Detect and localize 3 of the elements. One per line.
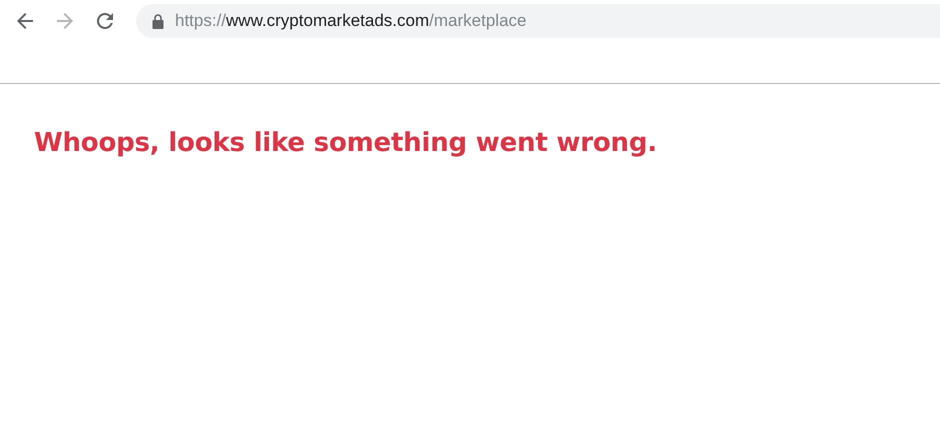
url-text: https://www.cryptomarketads.com/marketplace bbox=[175, 11, 526, 31]
error-heading: Whoops, looks like something went wrong. bbox=[34, 128, 658, 158]
address-bar[interactable]: https://www.cryptomarketads.com/marketplace bbox=[136, 4, 940, 38]
